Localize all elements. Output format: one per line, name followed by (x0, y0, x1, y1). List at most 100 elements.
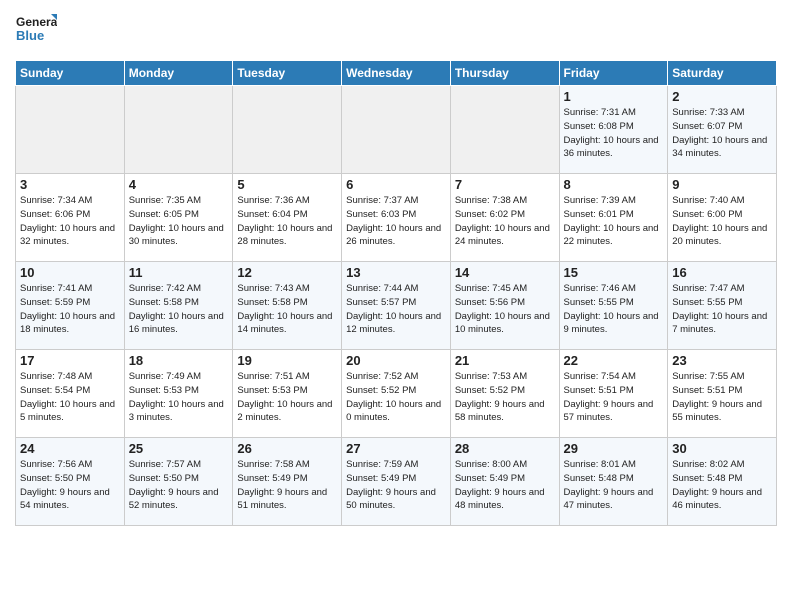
calendar-day-cell: 14 Sunrise: 7:45 AMSunset: 5:56 PMDayligh… (450, 262, 559, 350)
calendar-day-cell: 28 Sunrise: 8:00 AMSunset: 5:49 PMDayligh… (450, 438, 559, 526)
calendar-day-cell: 22Sunrise: 7:54 AMSunset: 5:51 PMDayligh… (559, 350, 668, 438)
calendar-day-cell: 17 Sunrise: 7:48 AMSunset: 5:54 PMDayligh… (16, 350, 125, 438)
calendar-day-cell: 25Sunrise: 7:57 AMSunset: 5:50 PMDayligh… (124, 438, 233, 526)
day-number: 20 (346, 353, 446, 368)
day-number: 26 (237, 441, 337, 456)
day-info: Sunrise: 7:44 AMSunset: 5:57 PMDaylight:… (346, 282, 446, 337)
day-number: 4 (129, 177, 229, 192)
day-info: Sunrise: 7:55 AMSunset: 5:51 PMDaylight:… (672, 370, 772, 425)
calendar-week-row: 1 Sunrise: 7:31 AMSunset: 6:08 PMDaylight… (16, 86, 777, 174)
calendar-day-cell: 24 Sunrise: 7:56 AMSunset: 5:50 PMDayligh… (16, 438, 125, 526)
day-number: 24 (20, 441, 120, 456)
day-number: 18 (129, 353, 229, 368)
calendar-day-cell: 8 Sunrise: 7:39 AMSunset: 6:01 PMDaylight… (559, 174, 668, 262)
calendar-week-row: 3Sunrise: 7:34 AMSunset: 6:06 PMDaylight… (16, 174, 777, 262)
day-info: Sunrise: 7:45 AMSunset: 5:56 PMDaylight:… (455, 282, 555, 337)
day-info: Sunrise: 8:00 AMSunset: 5:49 PMDaylight:… (455, 458, 555, 513)
calendar-day-cell: 2 Sunrise: 7:33 AMSunset: 6:07 PMDaylight… (668, 86, 777, 174)
calendar-day-cell: 30 Sunrise: 8:02 AMSunset: 5:48 PMDayligh… (668, 438, 777, 526)
calendar-day-cell (16, 86, 125, 174)
day-info: Sunrise: 7:38 AMSunset: 6:02 PMDaylight:… (455, 194, 555, 249)
day-info: Sunrise: 7:42 AMSunset: 5:58 PMDaylight:… (129, 282, 229, 337)
day-info: Sunrise: 7:58 AMSunset: 5:49 PMDaylight:… (237, 458, 337, 513)
day-number: 7 (455, 177, 555, 192)
day-number: 11 (129, 265, 229, 280)
main-container: General Blue SundayMondayTuesdayWednesda… (0, 0, 792, 541)
calendar-day-cell: 16 Sunrise: 7:47 AMSunset: 5:55 PMDayligh… (668, 262, 777, 350)
calendar-week-row: 10 Sunrise: 7:41 AMSunset: 5:59 PMDayligh… (16, 262, 777, 350)
calendar-day-cell (450, 86, 559, 174)
weekday-header: Friday (559, 61, 668, 86)
weekday-header: Saturday (668, 61, 777, 86)
day-number: 22 (564, 353, 664, 368)
logo-graphic: General Blue (15, 10, 57, 52)
day-info: Sunrise: 7:35 AMSunset: 6:05 PMDaylight:… (129, 194, 229, 249)
day-info: Sunrise: 7:56 AMSunset: 5:50 PMDaylight:… (20, 458, 120, 513)
calendar-day-cell: 26 Sunrise: 7:58 AMSunset: 5:49 PMDayligh… (233, 438, 342, 526)
day-info: Sunrise: 7:51 AMSunset: 5:53 PMDaylight:… (237, 370, 337, 425)
day-info: Sunrise: 8:02 AMSunset: 5:48 PMDaylight:… (672, 458, 772, 513)
day-info: Sunrise: 7:40 AMSunset: 6:00 PMDaylight:… (672, 194, 772, 249)
calendar-day-cell: 12 Sunrise: 7:43 AMSunset: 5:58 PMDayligh… (233, 262, 342, 350)
weekday-header: Thursday (450, 61, 559, 86)
calendar-day-cell: 13 Sunrise: 7:44 AMSunset: 5:57 PMDayligh… (342, 262, 451, 350)
day-number: 6 (346, 177, 446, 192)
day-info: Sunrise: 7:34 AMSunset: 6:06 PMDaylight:… (20, 194, 120, 249)
day-info: Sunrise: 7:43 AMSunset: 5:58 PMDaylight:… (237, 282, 337, 337)
day-info: Sunrise: 7:49 AMSunset: 5:53 PMDaylight:… (129, 370, 229, 425)
calendar-day-cell (342, 86, 451, 174)
calendar-day-cell: 20 Sunrise: 7:52 AMSunset: 5:52 PMDayligh… (342, 350, 451, 438)
day-number: 23 (672, 353, 772, 368)
day-number: 13 (346, 265, 446, 280)
calendar-day-cell: 21Sunrise: 7:53 AMSunset: 5:52 PMDayligh… (450, 350, 559, 438)
day-number: 28 (455, 441, 555, 456)
day-number: 12 (237, 265, 337, 280)
day-info: Sunrise: 7:52 AMSunset: 5:52 PMDaylight:… (346, 370, 446, 425)
day-number: 25 (129, 441, 229, 456)
day-number: 9 (672, 177, 772, 192)
day-info: Sunrise: 7:33 AMSunset: 6:07 PMDaylight:… (672, 106, 772, 161)
day-number: 10 (20, 265, 120, 280)
calendar-week-row: 24 Sunrise: 7:56 AMSunset: 5:50 PMDayligh… (16, 438, 777, 526)
day-number: 2 (672, 89, 772, 104)
calendar-day-cell: 4 Sunrise: 7:35 AMSunset: 6:05 PMDaylight… (124, 174, 233, 262)
day-info: Sunrise: 7:31 AMSunset: 6:08 PMDaylight:… (564, 106, 664, 161)
day-number: 27 (346, 441, 446, 456)
day-info: Sunrise: 8:01 AMSunset: 5:48 PMDaylight:… (564, 458, 664, 513)
calendar-day-cell: 6 Sunrise: 7:37 AMSunset: 6:03 PMDaylight… (342, 174, 451, 262)
day-number: 14 (455, 265, 555, 280)
calendar-day-cell: 19Sunrise: 7:51 AMSunset: 5:53 PMDayligh… (233, 350, 342, 438)
svg-text:Blue: Blue (16, 28, 44, 43)
day-number: 16 (672, 265, 772, 280)
day-number: 5 (237, 177, 337, 192)
calendar-day-cell: 1 Sunrise: 7:31 AMSunset: 6:08 PMDaylight… (559, 86, 668, 174)
day-info: Sunrise: 7:39 AMSunset: 6:01 PMDaylight:… (564, 194, 664, 249)
calendar-day-cell: 15Sunrise: 7:46 AMSunset: 5:55 PMDayligh… (559, 262, 668, 350)
day-number: 1 (564, 89, 664, 104)
weekday-header: Tuesday (233, 61, 342, 86)
calendar-day-cell: 11 Sunrise: 7:42 AMSunset: 5:58 PMDayligh… (124, 262, 233, 350)
day-number: 21 (455, 353, 555, 368)
day-info: Sunrise: 7:37 AMSunset: 6:03 PMDaylight:… (346, 194, 446, 249)
day-number: 30 (672, 441, 772, 456)
weekday-header: Wednesday (342, 61, 451, 86)
day-number: 17 (20, 353, 120, 368)
day-info: Sunrise: 7:48 AMSunset: 5:54 PMDaylight:… (20, 370, 120, 425)
calendar-table: SundayMondayTuesdayWednesdayThursdayFrid… (15, 60, 777, 526)
day-info: Sunrise: 7:47 AMSunset: 5:55 PMDaylight:… (672, 282, 772, 337)
day-info: Sunrise: 7:36 AMSunset: 6:04 PMDaylight:… (237, 194, 337, 249)
calendar-day-cell: 18 Sunrise: 7:49 AMSunset: 5:53 PMDayligh… (124, 350, 233, 438)
calendar-day-cell (124, 86, 233, 174)
calendar-day-cell: 9 Sunrise: 7:40 AMSunset: 6:00 PMDaylight… (668, 174, 777, 262)
day-number: 15 (564, 265, 664, 280)
weekday-header-row: SundayMondayTuesdayWednesdayThursdayFrid… (16, 61, 777, 86)
page-header: General Blue (15, 10, 777, 52)
calendar-day-cell: 27 Sunrise: 7:59 AMSunset: 5:49 PMDayligh… (342, 438, 451, 526)
calendar-day-cell: 5 Sunrise: 7:36 AMSunset: 6:04 PMDaylight… (233, 174, 342, 262)
day-number: 8 (564, 177, 664, 192)
calendar-week-row: 17 Sunrise: 7:48 AMSunset: 5:54 PMDayligh… (16, 350, 777, 438)
calendar-day-cell (233, 86, 342, 174)
logo-svg: General Blue (15, 10, 57, 52)
day-info: Sunrise: 7:59 AMSunset: 5:49 PMDaylight:… (346, 458, 446, 513)
day-info: Sunrise: 7:41 AMSunset: 5:59 PMDaylight:… (20, 282, 120, 337)
